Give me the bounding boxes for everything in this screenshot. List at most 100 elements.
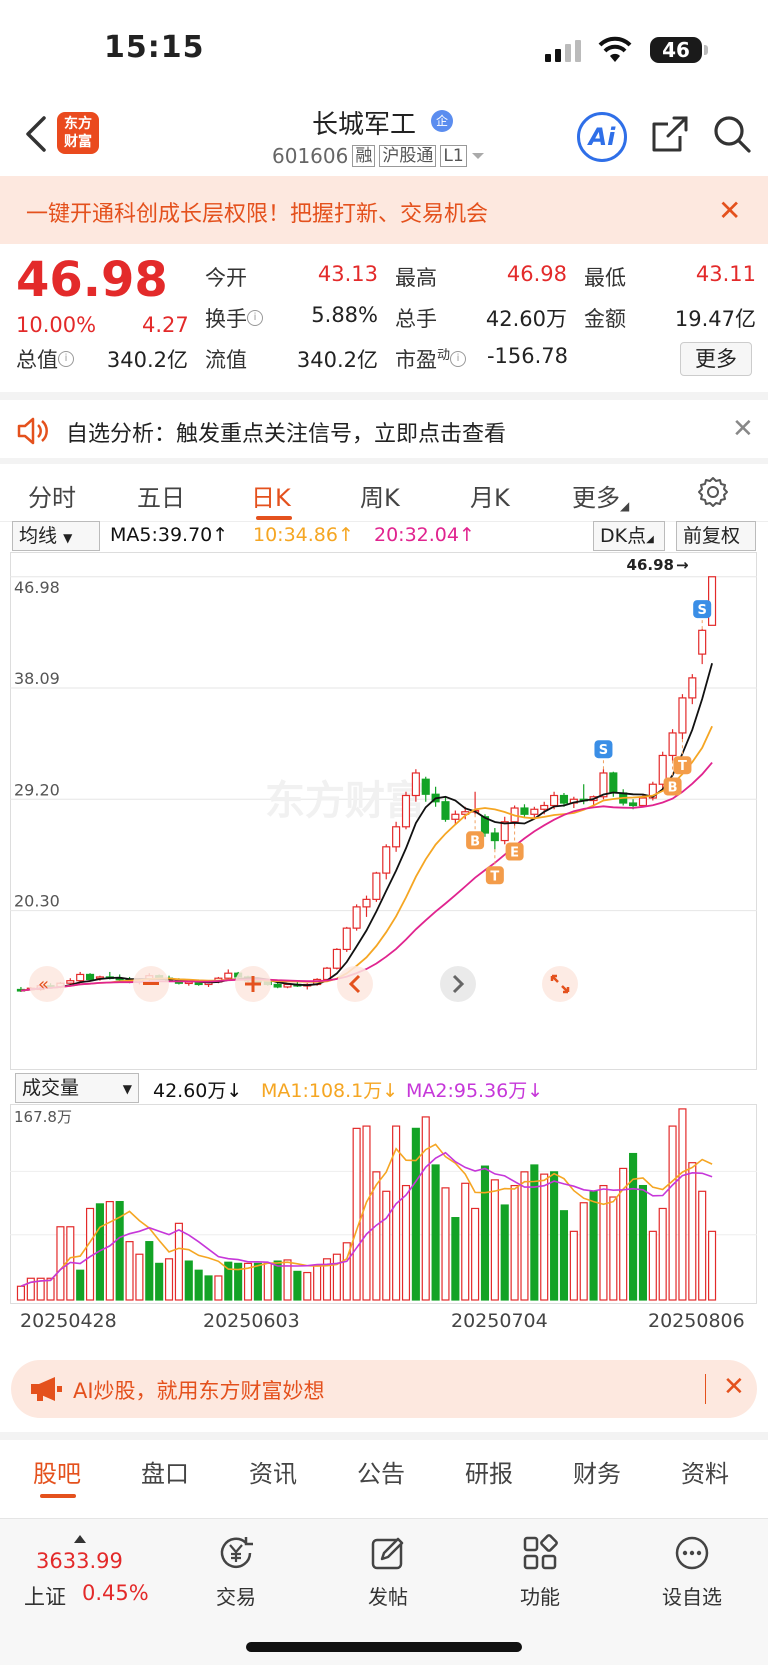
tab-monthly-k[interactable]: 月K	[470, 478, 510, 513]
volume-bar-up	[648, 1230, 657, 1301]
dk-point-toggle[interactable]: DK点◢	[593, 521, 665, 551]
tab-news[interactable]: 资讯	[249, 1454, 297, 1489]
search-icon[interactable]	[712, 114, 752, 154]
divider	[705, 1374, 706, 1404]
volume-indicator-select[interactable]: 成交量 ▼	[15, 1073, 139, 1103]
candle-up	[392, 826, 401, 848]
candle-up	[362, 898, 371, 908]
settings-gear-icon[interactable]	[697, 476, 729, 508]
y-tick-label: 29.20	[14, 780, 60, 799]
tab-announcements[interactable]: 公告	[357, 1454, 405, 1489]
candle-down	[85, 973, 95, 981]
promo-text: 一键开通科创成长层权限！把握打新、交易机会	[26, 202, 489, 227]
volume-bar-up	[362, 1125, 371, 1301]
tab-finance[interactable]: 财务	[573, 1454, 621, 1489]
candle-down	[490, 832, 499, 842]
volume-bar-up	[382, 1190, 391, 1301]
candle-up	[411, 772, 420, 797]
promo-close-icon[interactable]: ✕	[718, 194, 741, 227]
minus-icon	[143, 982, 159, 985]
stock-header: 东方 财富 长城军工 企 601606 融 沪股通 L1 Ai	[0, 100, 768, 174]
pan-left-button[interactable]	[337, 966, 373, 1002]
info-icon[interactable]: i	[247, 310, 263, 326]
tab-guba[interactable]: 股吧	[33, 1454, 81, 1489]
info-icon[interactable]: i	[450, 351, 467, 367]
kline-chart[interactable]: 东方财富 46.9838.0929.2020.30 BTESBTS 46.98 …	[10, 552, 757, 1070]
tab-weekly-k[interactable]: 周K	[360, 478, 400, 513]
candle-up	[401, 794, 411, 828]
signal-letter: B	[668, 780, 678, 795]
tab-five-day[interactable]: 五日	[137, 478, 185, 513]
volume-bar-up	[520, 1171, 529, 1301]
volume-bar-up	[471, 1207, 480, 1301]
more-quote-button[interactable]: 更多	[680, 342, 752, 376]
pe-label: 市盈动 i	[395, 344, 467, 374]
volume-bar-down	[184, 1260, 193, 1301]
volume-bar-up	[609, 1196, 618, 1301]
ma5-value: MA5:39.70↑	[110, 524, 229, 546]
candle-up	[698, 629, 707, 655]
ai-promo-bar[interactable]: AI炒股，就用东方财富妙想 ✕	[11, 1360, 757, 1418]
nav-post[interactable]: 发帖	[343, 1533, 433, 1610]
level-tag: L1	[440, 145, 467, 167]
volume-bar-up	[214, 1275, 223, 1301]
market-cap-value: 340.2亿	[106, 348, 188, 372]
section-tabs: 股吧 盘口 资讯 公告 研报 财务 资料	[0, 1432, 768, 1498]
tab-profile[interactable]: 资料	[681, 1454, 729, 1489]
volume-legend: 成交量 ▼ 42.60万↓ MA1:108.1万↓ MA2:95.36万↓	[0, 1072, 768, 1104]
candle-down	[441, 801, 450, 820]
nav-trade[interactable]: 交易	[191, 1533, 281, 1610]
candle-up	[66, 980, 75, 984]
connect-tag: 沪股通	[379, 145, 437, 167]
info-icon[interactable]: i	[58, 351, 74, 367]
ai-promo-text: AI炒股，就用东方财富妙想	[73, 1379, 325, 1403]
float-cap-label: 流值	[205, 348, 247, 372]
fullscreen-button[interactable]	[542, 966, 578, 1002]
alert-close-icon[interactable]: ✕	[732, 414, 754, 444]
back-arrow-icon[interactable]	[22, 114, 52, 154]
volume-bar-up	[599, 1184, 608, 1301]
signal-letter: E	[510, 846, 519, 861]
tab-daily-k[interactable]: 日K	[251, 478, 291, 513]
clock: 15:15	[104, 30, 205, 65]
volume-bar-up	[708, 1230, 717, 1301]
tab-more[interactable]: 更多◢	[572, 478, 629, 513]
volume-chart[interactable]: 167.8万	[10, 1104, 757, 1304]
tab-pankou[interactable]: 盘口	[141, 1454, 189, 1489]
volume-bar-down	[550, 1171, 559, 1301]
tab-intraday[interactable]: 分时	[28, 478, 76, 513]
adjust-toggle[interactable]: 前复权	[676, 521, 756, 551]
pan-right-button[interactable]	[440, 966, 476, 1002]
stock-code-line[interactable]: 601606 融 沪股通 L1	[272, 144, 485, 168]
volume-bar-up	[174, 1222, 183, 1301]
volume-bar-up	[85, 1207, 95, 1301]
speaker-icon	[17, 417, 48, 445]
share-icon[interactable]	[650, 114, 690, 154]
nav-trade-label: 交易	[216, 1585, 256, 1609]
vol-ma1-value: MA1:108.1万↓	[261, 1080, 399, 1102]
candle-up	[352, 906, 361, 929]
candle-up	[550, 794, 559, 807]
volume-bar-down	[431, 1164, 440, 1301]
nav-add-watchlist[interactable]: 设自选	[647, 1533, 737, 1610]
ai-promo-close-icon[interactable]: ✕	[723, 1372, 745, 1402]
alert-row[interactable]: 自选分析：触发重点关注信号，立即点击查看 ✕	[0, 392, 768, 456]
nav-functions[interactable]: 功能	[495, 1533, 585, 1610]
indicator-select[interactable]: 均线 ▼	[12, 521, 100, 551]
candle-up	[332, 948, 341, 969]
ma20-value: 20:32.04↑	[374, 524, 475, 546]
volume-bar-up	[668, 1125, 677, 1301]
ai-assistant-button[interactable]: Ai	[577, 112, 627, 162]
candle-up	[638, 797, 648, 807]
amount-label: 金额	[584, 307, 626, 331]
volume-bar-up	[105, 1200, 114, 1301]
tab-research[interactable]: 研报	[465, 1454, 513, 1489]
signal-letter: S	[698, 603, 707, 618]
volume-bar-up	[569, 1230, 578, 1301]
turnover-value: 5.88%	[311, 303, 378, 327]
date-tick: 20250806	[648, 1310, 745, 1332]
candle-down	[520, 807, 529, 815]
promo-banner[interactable]: 一键开通科创成长层权限！把握打新、交易机会 ✕	[0, 176, 768, 244]
volume-label: 总手	[395, 307, 437, 331]
margin-tag: 融	[352, 145, 376, 167]
